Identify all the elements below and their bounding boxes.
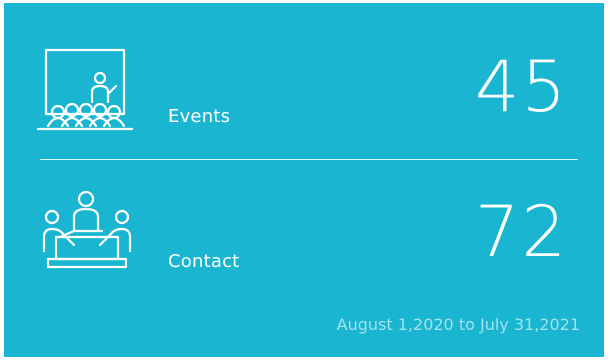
meeting-table-icon — [42, 190, 132, 269]
stat-events: Events 45 — [4, 38, 604, 158]
divider — [40, 159, 578, 160]
stat-contact: Contact 72 — [4, 183, 604, 303]
stat-events-value: 45 — [474, 46, 568, 128]
stats-card: Events 45 Contact 72 August 1,2020 to Ju… — [4, 3, 604, 357]
stat-contact-value: 72 — [474, 191, 568, 273]
date-range: August 1,2020 to July 31,2021 — [336, 315, 580, 334]
presentation-audience-icon — [36, 48, 134, 131]
stat-events-label: Events — [168, 106, 231, 127]
stat-contact-label: Contact — [168, 251, 240, 272]
